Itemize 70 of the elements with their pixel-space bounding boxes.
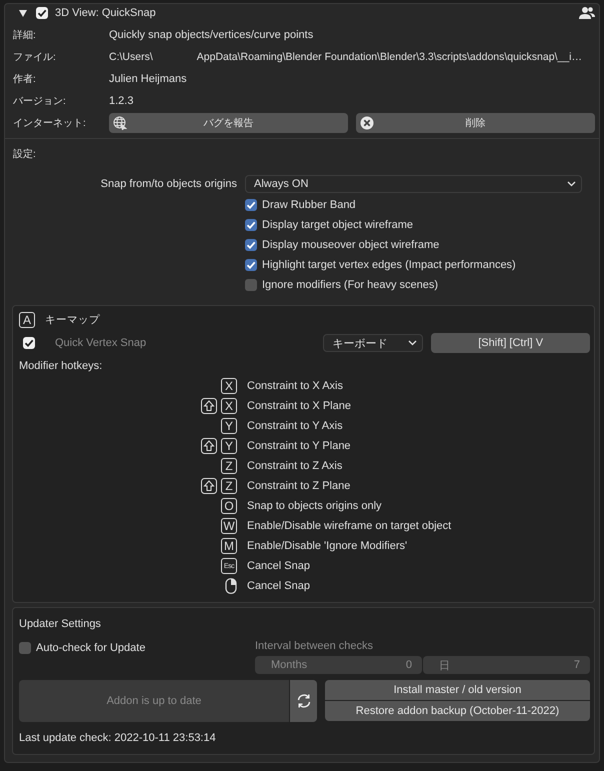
hotkey-label: Constraint to X Axis bbox=[247, 380, 343, 392]
field-label: バージョン: bbox=[13, 95, 67, 108]
restore-backup-button[interactable]: Restore addon backup (October-11-2022) bbox=[325, 701, 590, 721]
disclosure-triangle[interactable] bbox=[19, 10, 29, 16]
field-value: 1.2.3 bbox=[109, 95, 134, 107]
checkbox[interactable] bbox=[245, 259, 257, 271]
last-update-text: Last update check: 2022-10-11 23:53:14 bbox=[19, 731, 217, 746]
checkbox[interactable] bbox=[19, 642, 31, 654]
field-value: Julien Heijmans bbox=[109, 73, 187, 85]
refresh-icon bbox=[296, 693, 312, 709]
key-icon: Y bbox=[221, 438, 237, 454]
users-icon bbox=[579, 6, 595, 20]
hotkey-label: Enable/Disable wireframe on target object bbox=[247, 520, 452, 532]
hotkey-label: Constraint to Z Plane bbox=[247, 480, 350, 492]
checkbox-label: Highlight target vertex edges (Impact performances) bbox=[262, 259, 516, 271]
mouse-icon bbox=[225, 578, 237, 594]
hotkey-label: Constraint to Z Axis bbox=[247, 460, 342, 472]
key-icon: O bbox=[221, 498, 237, 514]
hotkey-label: Cancel Snap bbox=[247, 560, 310, 572]
key-icon: Y bbox=[221, 418, 237, 434]
snap-origins-dropdown[interactable]: Always ON bbox=[245, 175, 582, 193]
section-label: Modifier hotkeys: bbox=[19, 359, 104, 374]
key-icon: M bbox=[221, 538, 237, 554]
close-icon bbox=[360, 116, 374, 130]
key-icon: X bbox=[221, 378, 237, 394]
checkbox-label: Auto-check for Update bbox=[36, 642, 146, 654]
checkbox-label: Display target object wireframe bbox=[262, 219, 414, 231]
globe-icon bbox=[113, 116, 127, 130]
checkbox[interactable] bbox=[245, 219, 257, 231]
install-button[interactable]: Install master / old version bbox=[325, 680, 590, 700]
field-label: 作者: bbox=[13, 72, 37, 86]
field-label: Interval between checks bbox=[255, 640, 374, 652]
chevron-down-icon bbox=[567, 181, 576, 187]
keymap-item-name: Quick Vertex Snap bbox=[54, 337, 148, 349]
section-title: 設定: bbox=[13, 148, 37, 162]
panel-title: Updater Settings bbox=[19, 617, 102, 632]
field-value: Quickly snap objects/vertices/curve points bbox=[109, 29, 314, 41]
chevron-down-icon bbox=[408, 340, 418, 346]
hotkey-label: Enable/Disable 'Ignore Modifiers' bbox=[247, 540, 408, 552]
remove-button[interactable]: 削除 bbox=[356, 113, 595, 133]
checkbox-label: Display mouseover object wireframe bbox=[262, 239, 440, 251]
key-icon: W bbox=[221, 518, 237, 534]
hotkey-label: Cancel Snap bbox=[247, 580, 310, 592]
checkbox[interactable] bbox=[245, 239, 257, 251]
dropdown-label: Snap from/to objects origins bbox=[100, 178, 238, 190]
field-label: インターネット: bbox=[13, 117, 87, 130]
key-icon: Z bbox=[221, 458, 237, 474]
refresh-button[interactable] bbox=[290, 680, 317, 722]
key-icon: A bbox=[19, 312, 35, 328]
field-label: ファイル: bbox=[13, 51, 57, 64]
addon-title: 3D View: QuickSnap bbox=[55, 7, 157, 19]
hotkey-label: Constraint to Y Axis bbox=[247, 420, 343, 432]
report-bug-button[interactable]: バグを報告 bbox=[109, 113, 348, 133]
field-label: 詳細: bbox=[13, 28, 37, 42]
hotkey-label: Constraint to Y Plane bbox=[247, 440, 351, 452]
hotkey-label: Snap to objects origins only bbox=[247, 500, 382, 512]
enable-checkbox[interactable] bbox=[36, 7, 48, 19]
key-icon: X bbox=[221, 398, 237, 414]
checkbox[interactable] bbox=[245, 199, 257, 211]
checkmark-icon bbox=[24, 338, 34, 348]
checkmark-icon bbox=[37, 8, 47, 18]
checkbox-label: Draw Rubber Band bbox=[262, 199, 356, 211]
checkbox[interactable] bbox=[245, 279, 257, 291]
key-icon: Z bbox=[221, 478, 237, 494]
file-path: C:\Users\ bbox=[109, 51, 153, 63]
panel-title: キーマップ bbox=[45, 313, 100, 327]
triangle-icon bbox=[19, 10, 27, 16]
file-path: AppData\Roaming\Blender Foundation\Blender\3.3\scripts\addons\quicksnap\__i… bbox=[196, 51, 582, 63]
hotkey-label: Constraint to X Plane bbox=[247, 400, 351, 412]
checkbox-label: Ignore modifiers (For heavy scenes) bbox=[262, 279, 438, 291]
